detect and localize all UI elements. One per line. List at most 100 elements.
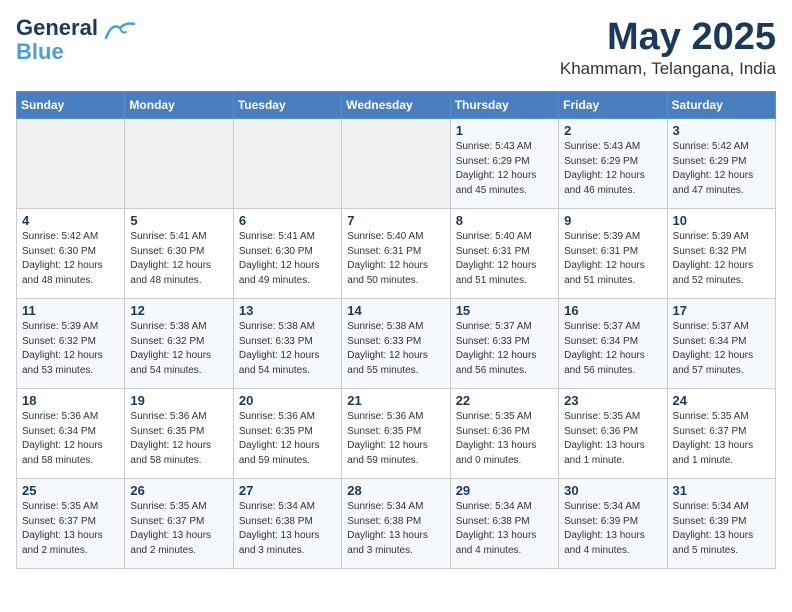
day-number: 21 xyxy=(347,393,444,408)
day-cell: 25 Sunrise: 5:35 AM Sunset: 6:37 PM Dayli… xyxy=(17,479,125,569)
day-info: Sunrise: 5:34 AM Sunset: 6:39 PM Dayligh… xyxy=(564,500,661,558)
day-number: 27 xyxy=(239,483,336,498)
day-number: 18 xyxy=(22,393,119,408)
title-block: May 2025 Khammam, Telangana, India xyxy=(560,16,776,79)
day-cell xyxy=(342,119,450,209)
day-cell: 10 Sunrise: 5:39 AM Sunset: 6:32 PM Dayli… xyxy=(667,209,775,299)
day-cell: 7Sunrise: 5:40 AM Sunset: 6:31 PM Daylig… xyxy=(342,209,450,299)
day-info: Sunrise: 5:38 AM Sunset: 6:33 PM Dayligh… xyxy=(347,320,444,378)
day-number: 20 xyxy=(239,393,336,408)
day-number: 23 xyxy=(564,393,661,408)
day-info: Sunrise: 5:38 AM Sunset: 6:32 PM Dayligh… xyxy=(130,320,227,378)
day-info: Sunrise: 5:40 AM Sunset: 6:31 PM Dayligh… xyxy=(456,230,553,288)
day-number: 31 xyxy=(673,483,770,498)
day-info: Sunrise: 5:36 AM Sunset: 6:35 PM Dayligh… xyxy=(239,410,336,468)
logo-bird-icon xyxy=(104,20,136,42)
day-info: Sunrise: 5:35 AM Sunset: 6:36 PM Dayligh… xyxy=(456,410,553,468)
day-cell: 31 Sunrise: 5:34 AM Sunset: 6:39 PM Dayli… xyxy=(667,479,775,569)
day-number: 8 xyxy=(456,213,553,228)
day-cell: 29 Sunrise: 5:34 AM Sunset: 6:38 PM Dayli… xyxy=(450,479,558,569)
day-info: Sunrise: 5:43 AM Sunset: 6:29 PM Dayligh… xyxy=(456,140,553,198)
logo: GeneralBlue xyxy=(16,16,136,64)
day-cell xyxy=(17,119,125,209)
day-cell: 27 Sunrise: 5:34 AM Sunset: 6:38 PM Dayli… xyxy=(233,479,341,569)
day-number: 28 xyxy=(347,483,444,498)
day-number: 24 xyxy=(673,393,770,408)
day-cell: 1 Sunrise: 5:43 AM Sunset: 6:29 PM Daylig… xyxy=(450,119,558,209)
day-cell: 11 Sunrise: 5:39 AM Sunset: 6:32 PM Dayli… xyxy=(17,299,125,389)
day-number: 17 xyxy=(673,303,770,318)
location-title: Khammam, Telangana, India xyxy=(560,59,776,79)
day-info: Sunrise: 5:39 AM Sunset: 6:32 PM Dayligh… xyxy=(673,230,770,288)
header-cell-tuesday: Tuesday xyxy=(233,92,341,119)
day-info: Sunrise: 5:35 AM Sunset: 6:36 PM Dayligh… xyxy=(564,410,661,468)
header-cell-thursday: Thursday xyxy=(450,92,558,119)
day-number: 5 xyxy=(130,213,227,228)
day-number: 26 xyxy=(130,483,227,498)
day-number: 25 xyxy=(22,483,119,498)
calendar-table: SundayMondayTuesdayWednesdayThursdayFrid… xyxy=(16,91,776,569)
day-number: 3 xyxy=(673,123,770,138)
day-info: Sunrise: 5:37 AM Sunset: 6:33 PM Dayligh… xyxy=(456,320,553,378)
header-cell-monday: Monday xyxy=(125,92,233,119)
day-number: 4 xyxy=(22,213,119,228)
day-info: Sunrise: 5:38 AM Sunset: 6:33 PM Dayligh… xyxy=(239,320,336,378)
day-number: 19 xyxy=(130,393,227,408)
day-cell: 24 Sunrise: 5:35 AM Sunset: 6:37 PM Dayli… xyxy=(667,389,775,479)
day-cell: 19Sunrise: 5:36 AM Sunset: 6:35 PM Dayli… xyxy=(125,389,233,479)
header-cell-sunday: Sunday xyxy=(17,92,125,119)
header-cell-wednesday: Wednesday xyxy=(342,92,450,119)
day-info: Sunrise: 5:34 AM Sunset: 6:38 PM Dayligh… xyxy=(347,500,444,558)
logo-text: GeneralBlue xyxy=(16,15,98,64)
day-info: Sunrise: 5:42 AM Sunset: 6:30 PM Dayligh… xyxy=(22,230,119,288)
day-number: 16 xyxy=(564,303,661,318)
day-cell: 15 Sunrise: 5:37 AM Sunset: 6:33 PM Dayli… xyxy=(450,299,558,389)
day-number: 29 xyxy=(456,483,553,498)
day-info: Sunrise: 5:34 AM Sunset: 6:38 PM Dayligh… xyxy=(456,500,553,558)
week-row-5: 25 Sunrise: 5:35 AM Sunset: 6:37 PM Dayli… xyxy=(17,479,776,569)
day-info: Sunrise: 5:37 AM Sunset: 6:34 PM Dayligh… xyxy=(564,320,661,378)
day-cell: 9Sunrise: 5:39 AM Sunset: 6:31 PM Daylig… xyxy=(559,209,667,299)
day-info: Sunrise: 5:36 AM Sunset: 6:35 PM Dayligh… xyxy=(347,410,444,468)
day-cell: 26 Sunrise: 5:35 AM Sunset: 6:37 PM Dayli… xyxy=(125,479,233,569)
day-cell: 5 Sunrise: 5:41 AM Sunset: 6:30 PM Daylig… xyxy=(125,209,233,299)
day-number: 12 xyxy=(130,303,227,318)
day-number: 9 xyxy=(564,213,661,228)
day-number: 15 xyxy=(456,303,553,318)
day-number: 6 xyxy=(239,213,336,228)
day-number: 22 xyxy=(456,393,553,408)
day-cell: 18Sunrise: 5:36 AM Sunset: 6:34 PM Dayli… xyxy=(17,389,125,479)
header-cell-friday: Friday xyxy=(559,92,667,119)
day-cell: 4 Sunrise: 5:42 AM Sunset: 6:30 PM Daylig… xyxy=(17,209,125,299)
day-info: Sunrise: 5:35 AM Sunset: 6:37 PM Dayligh… xyxy=(22,500,119,558)
day-cell xyxy=(233,119,341,209)
day-cell: 3Sunrise: 5:42 AM Sunset: 6:29 PM Daylig… xyxy=(667,119,775,209)
day-cell: 20 Sunrise: 5:36 AM Sunset: 6:35 PM Dayli… xyxy=(233,389,341,479)
day-info: Sunrise: 5:34 AM Sunset: 6:38 PM Dayligh… xyxy=(239,500,336,558)
header-row: SundayMondayTuesdayWednesdayThursdayFrid… xyxy=(17,92,776,119)
day-cell: 12 Sunrise: 5:38 AM Sunset: 6:32 PM Dayli… xyxy=(125,299,233,389)
day-number: 1 xyxy=(456,123,553,138)
day-cell xyxy=(125,119,233,209)
day-info: Sunrise: 5:34 AM Sunset: 6:39 PM Dayligh… xyxy=(673,500,770,558)
day-cell: 16 Sunrise: 5:37 AM Sunset: 6:34 PM Dayli… xyxy=(559,299,667,389)
week-row-3: 11 Sunrise: 5:39 AM Sunset: 6:32 PM Dayli… xyxy=(17,299,776,389)
day-number: 7 xyxy=(347,213,444,228)
day-info: Sunrise: 5:39 AM Sunset: 6:32 PM Dayligh… xyxy=(22,320,119,378)
day-cell: 14Sunrise: 5:38 AM Sunset: 6:33 PM Dayli… xyxy=(342,299,450,389)
day-number: 10 xyxy=(673,213,770,228)
week-row-1: 1 Sunrise: 5:43 AM Sunset: 6:29 PM Daylig… xyxy=(17,119,776,209)
month-title: May 2025 xyxy=(560,16,776,59)
day-cell: 22 Sunrise: 5:35 AM Sunset: 6:36 PM Dayli… xyxy=(450,389,558,479)
day-number: 13 xyxy=(239,303,336,318)
day-info: Sunrise: 5:35 AM Sunset: 6:37 PM Dayligh… xyxy=(130,500,227,558)
day-info: Sunrise: 5:35 AM Sunset: 6:37 PM Dayligh… xyxy=(673,410,770,468)
day-cell: 28 Sunrise: 5:34 AM Sunset: 6:38 PM Dayli… xyxy=(342,479,450,569)
day-number: 2 xyxy=(564,123,661,138)
header-cell-saturday: Saturday xyxy=(667,92,775,119)
day-info: Sunrise: 5:37 AM Sunset: 6:34 PM Dayligh… xyxy=(673,320,770,378)
day-cell: 8 Sunrise: 5:40 AM Sunset: 6:31 PM Daylig… xyxy=(450,209,558,299)
day-number: 11 xyxy=(22,303,119,318)
day-cell: 21 Sunrise: 5:36 AM Sunset: 6:35 PM Dayli… xyxy=(342,389,450,479)
day-info: Sunrise: 5:41 AM Sunset: 6:30 PM Dayligh… xyxy=(130,230,227,288)
